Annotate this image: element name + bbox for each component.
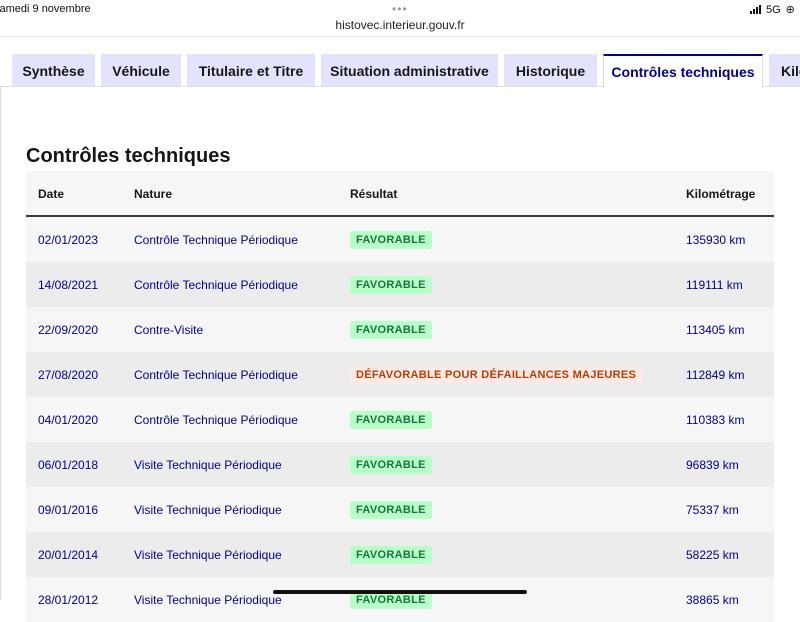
row-mileage: 113405 km — [686, 323, 744, 337]
table-row: 09/01/2016 Visite Technique Périodique FAV… — [26, 487, 774, 532]
row-result: DÉFAVORABLE POUR DÉFAILLANCES MAJEURES — [350, 366, 642, 384]
status-badge: FAVORABLE — [350, 456, 432, 474]
browser-menu-dots-icon[interactable]: ••• — [392, 2, 408, 16]
row-mileage: 119111 km — [686, 278, 743, 292]
tab-controles-techniques[interactable]: Contrôles techniques — [603, 54, 763, 88]
status-date: samedi 9 novembre — [0, 3, 91, 15]
row-mileage: 38865 km — [686, 593, 739, 607]
row-result: FAVORABLE — [350, 321, 432, 339]
tab-vehicule[interactable]: Véhicule — [101, 54, 181, 87]
row-date: 27/08/2020 — [38, 368, 98, 382]
table-row: 27/08/2020 Contrôle Technique Périodique D… — [26, 352, 774, 397]
table-row: 06/01/2018 Visite Technique Périodique FAV… — [26, 442, 774, 487]
table-row: 14/08/2021 Contrôle Technique Périodique F… — [26, 262, 774, 307]
row-mileage: 110383 km — [686, 413, 744, 427]
status-badge: FAVORABLE — [350, 501, 432, 519]
home-indicator[interactable] — [273, 590, 527, 594]
status-badge: FAVORABLE — [350, 321, 432, 339]
page-title: Contrôles techniques — [26, 145, 230, 168]
tab-synthese[interactable]: Synthèse — [12, 54, 95, 87]
row-nature: Contre-Visite — [134, 323, 203, 337]
row-result: FAVORABLE — [350, 231, 432, 249]
address-bar-url[interactable]: histovec.interieur.gouv.fr — [0, 18, 800, 32]
table-row: 04/01/2020 Contrôle Technique Périodique F… — [26, 397, 774, 442]
tab-titulaire-et-titre[interactable]: Titulaire et Titre — [187, 54, 315, 87]
row-result: FAVORABLE — [350, 411, 432, 429]
row-nature: Contrôle Technique Périodique — [134, 413, 298, 427]
row-date: 04/01/2020 — [38, 413, 98, 427]
header-date: Date — [38, 187, 64, 201]
tab-kilometrage[interactable]: Kilométrage — [769, 54, 800, 87]
tab-bar: Synthèse Véhicule Titulaire et Titre Sit… — [0, 37, 800, 87]
row-date: 14/08/2021 — [38, 278, 98, 292]
location-icon: ⊕ — [786, 3, 795, 16]
status-badge: DÉFAVORABLE POUR DÉFAILLANCES MAJEURES — [350, 366, 642, 384]
row-nature: Visite Technique Périodique — [134, 503, 282, 517]
row-date: 20/01/2014 — [38, 548, 98, 562]
header-mileage: Kilométrage — [686, 187, 755, 201]
row-result: FAVORABLE — [350, 501, 432, 519]
row-nature: Visite Technique Périodique — [134, 548, 282, 562]
table-row: 22/09/2020 Contre-Visite FAVORABLE 113405 k… — [26, 307, 774, 352]
network-label: 5G — [766, 4, 781, 16]
row-mileage: 75337 km — [686, 503, 739, 517]
status-badge: FAVORABLE — [350, 276, 432, 294]
row-mileage: 112849 km — [686, 368, 744, 382]
tab-situation-administrative[interactable]: Situation administrative — [321, 54, 498, 87]
table-row: 20/01/2014 Visite Technique Périodique FAV… — [26, 532, 774, 577]
signal-icon — [750, 5, 761, 14]
row-date: 02/01/2023 — [38, 233, 98, 247]
status-badge: FAVORABLE — [350, 546, 432, 564]
row-result: FAVORABLE — [350, 276, 432, 294]
row-mileage: 135930 km — [686, 233, 745, 247]
row-mileage: 58225 km — [686, 548, 739, 562]
table-row: 02/01/2023 Contrôle Technique Périodique F… — [26, 217, 774, 262]
row-nature: Contrôle Technique Périodique — [134, 278, 298, 292]
row-date: 28/01/2012 — [38, 593, 98, 607]
row-mileage: 96839 km — [686, 458, 739, 472]
table-body: 02/01/2023 Contrôle Technique Périodique F… — [26, 217, 774, 622]
row-date: 06/01/2018 — [38, 458, 98, 472]
row-nature: Visite Technique Périodique — [134, 593, 282, 607]
row-nature: Contrôle Technique Périodique — [134, 368, 298, 382]
inspections-table: Date Nature Résultat Kilométrage 02/01/2… — [26, 171, 774, 622]
status-bar: samedi 9 novembre ••• 5G ⊕ 9 — [0, 0, 800, 20]
row-nature: Contrôle Technique Périodique — [134, 233, 298, 247]
status-badge: FAVORABLE — [350, 231, 432, 249]
row-result: FAVORABLE — [350, 456, 432, 474]
status-indicators: 5G ⊕ 9 — [750, 3, 800, 16]
row-nature: Visite Technique Périodique — [134, 458, 282, 472]
table-header: Date Nature Résultat Kilométrage — [26, 171, 774, 217]
tab-historique[interactable]: Historique — [504, 54, 597, 87]
header-result: Résultat — [350, 187, 397, 201]
row-result: FAVORABLE — [350, 546, 432, 564]
row-date: 09/01/2016 — [38, 503, 98, 517]
row-date: 22/09/2020 — [38, 323, 98, 337]
header-nature: Nature — [134, 187, 172, 201]
status-badge: FAVORABLE — [350, 411, 432, 429]
